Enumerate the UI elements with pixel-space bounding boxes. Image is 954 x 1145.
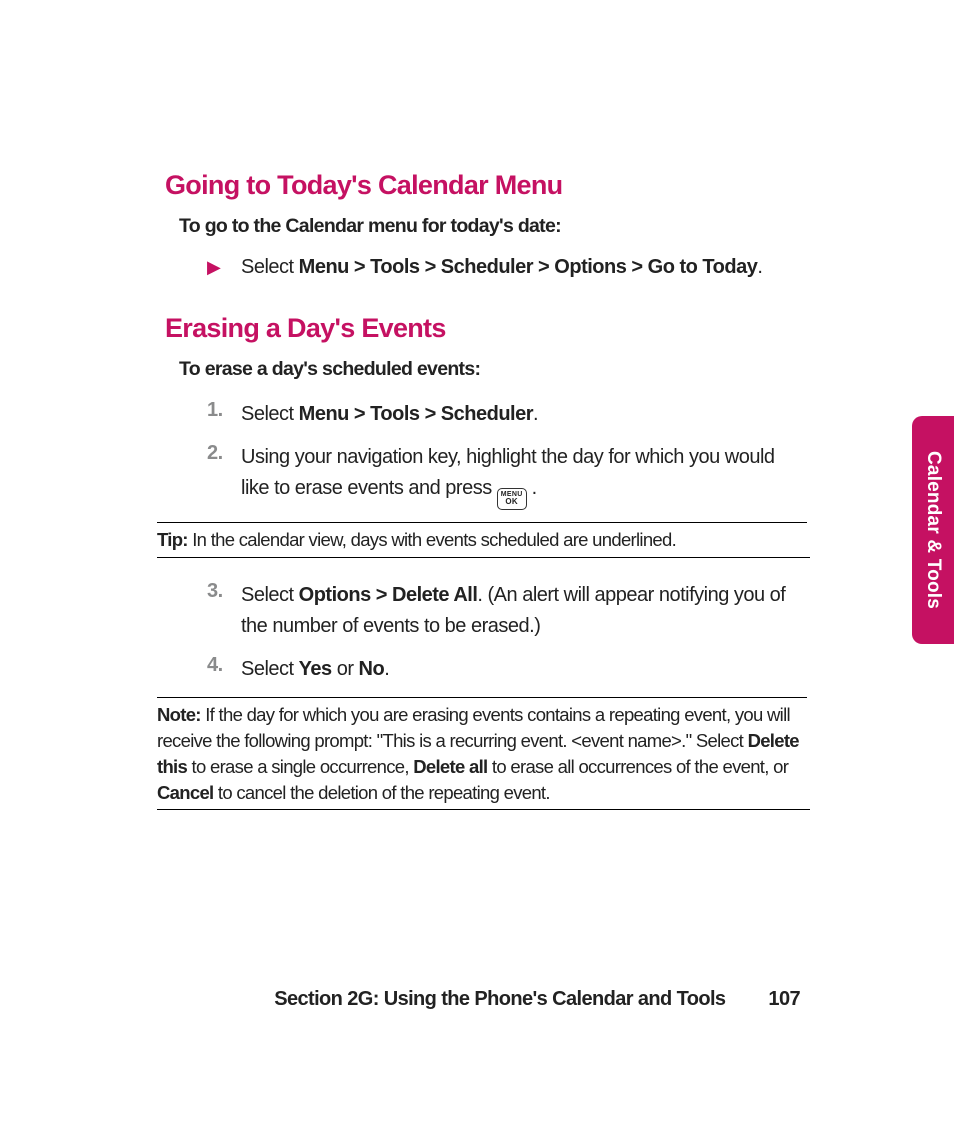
step-number: 3. [207, 580, 241, 642]
divider [157, 697, 807, 698]
step-number: 1. [207, 399, 241, 430]
lead-text-1: To go to the Calendar menu for today's d… [179, 215, 800, 238]
page-footer: Section 2G: Using the Phone's Calendar a… [0, 988, 800, 1011]
tip-label: Tip: [157, 529, 188, 550]
list-item: 3. Select Options > Delete All. (An aler… [207, 580, 800, 642]
tip-callout: Tip: In the calendar view, days with eve… [157, 525, 810, 558]
side-tab-label: Calendar & Tools [922, 451, 944, 609]
list-item: 2. Using your navigation key, highlight … [207, 442, 800, 510]
heading-erasing-events: Erasing a Day's Events [165, 313, 800, 344]
page-number: 107 [768, 988, 800, 1010]
bullet-item: ▶ Select Menu > Tools > Scheduler > Opti… [207, 256, 800, 279]
ordered-list: 1. Select Menu > Tools > Scheduler. 2. U… [207, 399, 800, 510]
step-body: Select Menu > Tools > Scheduler. [241, 399, 538, 430]
heading-going-to-today: Going to Today's Calendar Menu [165, 170, 800, 201]
ordered-list-cont: 3. Select Options > Delete All. (An aler… [207, 580, 800, 685]
divider [157, 522, 807, 523]
step-body: Select Options > Delete All. (An alert w… [241, 580, 800, 642]
menu-ok-key-icon: MENU OK [497, 488, 527, 510]
footer-section-title: Section 2G: Using the Phone's Calendar a… [274, 988, 725, 1010]
side-tab-calendar-tools: Calendar & Tools [912, 416, 954, 644]
list-item: 4. Select Yes or No. [207, 654, 800, 685]
bullet-text: Select Menu > Tools > Scheduler > Option… [241, 256, 762, 279]
step-body: Using your navigation key, highlight the… [241, 442, 800, 510]
page-content: Going to Today's Calendar Menu To go to … [165, 170, 800, 832]
step-body: Select Yes or No. [241, 654, 389, 685]
note-callout: Note: If the day for which you are erasi… [157, 700, 810, 811]
list-item: 1. Select Menu > Tools > Scheduler. [207, 399, 800, 430]
triangle-bullet-icon: ▶ [207, 256, 241, 279]
note-label: Note: [157, 704, 201, 725]
step-number: 2. [207, 442, 241, 510]
step-number: 4. [207, 654, 241, 685]
lead-text-2: To erase a day's scheduled events: [179, 358, 800, 381]
